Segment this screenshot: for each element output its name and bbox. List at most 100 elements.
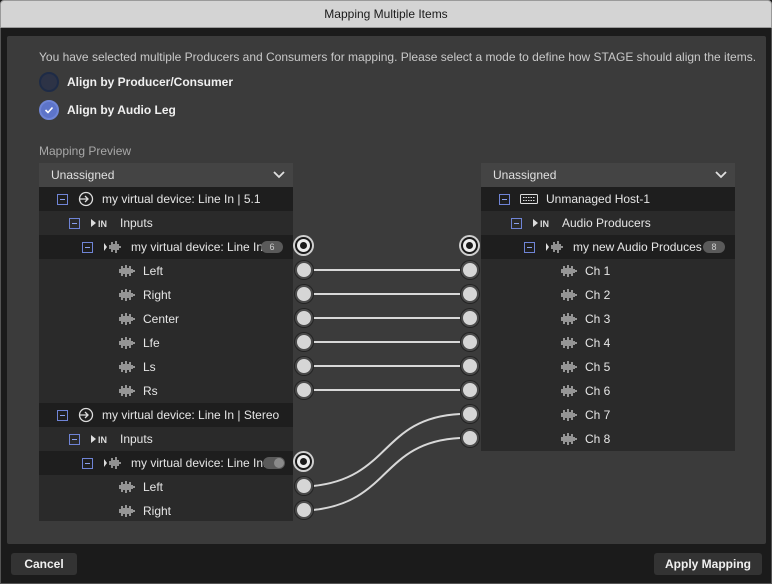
cancel-button[interactable]: Cancel bbox=[11, 553, 77, 575]
channel-row[interactable]: Ch 3 bbox=[481, 307, 735, 331]
channel-connector-node[interactable] bbox=[461, 405, 479, 423]
host-row[interactable]: Unmanaged Host-1 bbox=[481, 187, 735, 211]
channel-connector-node[interactable] bbox=[295, 261, 313, 279]
channel-connector-node[interactable] bbox=[295, 357, 313, 375]
channel-label: Ch 5 bbox=[585, 360, 611, 374]
inputs-row[interactable]: IN Inputs bbox=[39, 427, 293, 451]
inputs-label: Inputs bbox=[120, 432, 153, 446]
chevron-down-icon[interactable] bbox=[715, 171, 727, 179]
radio-button[interactable] bbox=[39, 72, 59, 92]
svg-text:IN: IN bbox=[98, 435, 107, 444]
stream-connector-node[interactable] bbox=[461, 237, 478, 254]
collapse-toggle[interactable] bbox=[82, 241, 93, 253]
channel-count-badge: 8 bbox=[703, 241, 725, 253]
collapse-toggle[interactable] bbox=[511, 217, 522, 229]
collapse-toggle[interactable] bbox=[69, 433, 80, 445]
stream-connector-node[interactable] bbox=[295, 453, 312, 470]
left-tree-header[interactable]: Unassigned bbox=[39, 163, 293, 187]
collapse-toggle[interactable] bbox=[82, 457, 93, 469]
waveform-icon bbox=[561, 384, 577, 398]
channel-connector-node[interactable] bbox=[295, 501, 313, 519]
waveform-icon bbox=[119, 360, 135, 374]
device-row[interactable]: my virtual device: Line In | Stereo bbox=[39, 403, 293, 427]
channel-row[interactable]: Right bbox=[39, 499, 293, 523]
group-row[interactable]: IN Audio Producers bbox=[481, 211, 735, 235]
channel-label: Ch 8 bbox=[585, 432, 611, 446]
channel-connector-node[interactable] bbox=[461, 309, 479, 327]
channel-label: Ls bbox=[143, 360, 156, 374]
channel-connector-node[interactable] bbox=[295, 477, 313, 495]
channel-row[interactable]: Ch 4 bbox=[481, 331, 735, 355]
channel-row[interactable]: Ch 5 bbox=[481, 355, 735, 379]
channel-label: Ch 1 bbox=[585, 264, 611, 278]
channel-row[interactable]: Ls bbox=[39, 355, 293, 379]
channel-connector-node[interactable] bbox=[461, 357, 479, 375]
channel-row[interactable]: Left bbox=[39, 259, 293, 283]
collapse-toggle[interactable] bbox=[524, 241, 535, 253]
collapse-toggle[interactable] bbox=[57, 409, 68, 421]
channel-connector-node[interactable] bbox=[295, 333, 313, 351]
channel-connector-node[interactable] bbox=[461, 381, 479, 399]
channel-row[interactable]: Ch 2 bbox=[481, 283, 735, 307]
channel-count-badge: 6 bbox=[261, 241, 283, 253]
channel-row[interactable]: Ch 1 bbox=[481, 259, 735, 283]
channel-connector-node[interactable] bbox=[461, 285, 479, 303]
arrow-into-circle-icon bbox=[78, 407, 94, 423]
channel-connector-node[interactable] bbox=[461, 261, 479, 279]
keyboard-icon bbox=[520, 194, 538, 204]
play-in-icon: IN bbox=[532, 218, 554, 228]
stream-name: my virtual device: Line In... bbox=[131, 456, 274, 470]
intro-text: You have selected multiple Producers and… bbox=[39, 50, 757, 64]
channel-row[interactable]: Right bbox=[39, 283, 293, 307]
channel-connector-node[interactable] bbox=[461, 333, 479, 351]
channel-row[interactable]: Left bbox=[39, 475, 293, 499]
waveform-icon bbox=[119, 480, 135, 494]
collapse-toggle[interactable] bbox=[69, 217, 80, 229]
waveform-icon bbox=[119, 336, 135, 350]
svg-text:IN: IN bbox=[98, 219, 107, 228]
window-title: Mapping Multiple Items bbox=[324, 7, 448, 21]
device-row[interactable]: my virtual device: Line In | 5.1 bbox=[39, 187, 293, 211]
channel-row[interactable]: Ch 8 bbox=[481, 427, 735, 451]
channel-label: Rs bbox=[143, 384, 158, 398]
chevron-down-icon[interactable] bbox=[273, 171, 285, 179]
channel-row[interactable]: Lfe bbox=[39, 331, 293, 355]
channel-row[interactable]: Ch 6 bbox=[481, 379, 735, 403]
stream-connector-node[interactable] bbox=[295, 237, 312, 254]
stream-row[interactable]: my virtual device: Line In... 6 bbox=[39, 235, 293, 259]
mode-option-producer-consumer[interactable]: Align by Producer/Consumer bbox=[39, 72, 233, 92]
waveform-icon bbox=[561, 360, 577, 374]
channel-row[interactable]: Rs bbox=[39, 379, 293, 403]
waveform-icon bbox=[561, 408, 577, 422]
stream-row[interactable]: my virtual device: Line In... bbox=[39, 451, 293, 475]
channel-label: Center bbox=[143, 312, 180, 326]
title-bar: Mapping Multiple Items bbox=[0, 0, 772, 28]
stream-row[interactable]: my new Audio Produces 8 bbox=[481, 235, 735, 259]
channel-connector-node[interactable] bbox=[461, 429, 479, 447]
channel-connector-node[interactable] bbox=[295, 309, 313, 327]
waveform-icon bbox=[119, 504, 135, 518]
device-name: my virtual device: Line In | 5.1 bbox=[102, 192, 261, 206]
arrow-into-circle-icon bbox=[78, 191, 94, 207]
toggle-switch[interactable] bbox=[263, 457, 285, 469]
mode-label: Align by Producer/Consumer bbox=[67, 75, 234, 89]
channel-label: Right bbox=[143, 504, 172, 518]
inputs-row[interactable]: IN Inputs bbox=[39, 211, 293, 235]
channel-label: Ch 4 bbox=[585, 336, 611, 350]
device-name: my virtual device: Line In | Stereo bbox=[102, 408, 280, 422]
waveform-icon bbox=[103, 456, 123, 470]
mode-option-audio-leg[interactable]: Align by Audio Leg bbox=[39, 100, 176, 120]
collapse-toggle[interactable] bbox=[499, 193, 510, 205]
inputs-label: Inputs bbox=[120, 216, 153, 230]
channel-label: Ch 2 bbox=[585, 288, 611, 302]
channel-row[interactable]: Center bbox=[39, 307, 293, 331]
radio-button[interactable] bbox=[39, 100, 59, 120]
channel-connector-node[interactable] bbox=[295, 381, 313, 399]
apply-mapping-button[interactable]: Apply Mapping bbox=[654, 553, 762, 575]
mode-label: Align by Audio Leg bbox=[67, 103, 176, 117]
right-tree-header[interactable]: Unassigned bbox=[481, 163, 735, 187]
channel-row[interactable]: Ch 7 bbox=[481, 403, 735, 427]
collapse-toggle[interactable] bbox=[57, 193, 68, 205]
waveform-icon bbox=[561, 312, 577, 326]
channel-connector-node[interactable] bbox=[295, 285, 313, 303]
